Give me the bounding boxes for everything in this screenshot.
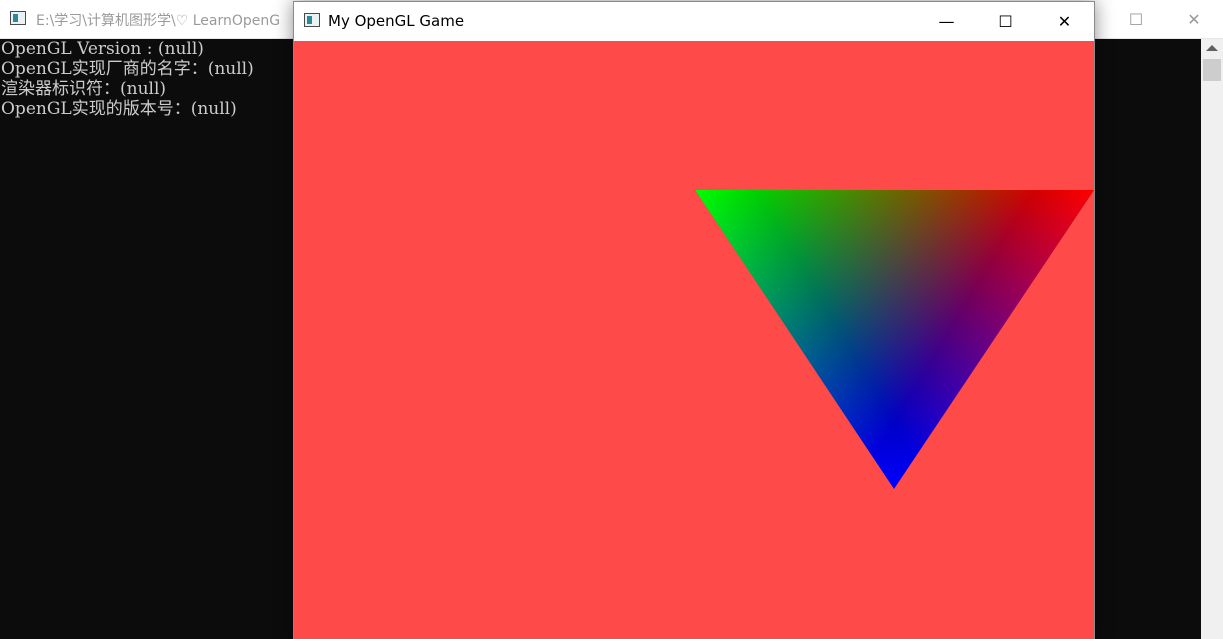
console-line: OpenGL实现厂商的名字：(null) [1,59,254,79]
opengl-titlebar[interactable]: My OpenGL Game — ☐ ✕ [294,2,1094,40]
opengl-window-title: My OpenGL Game [328,12,465,30]
minimize-button[interactable]: — [917,2,976,40]
opengl-render-canvas[interactable] [294,41,1094,639]
console-title: E:\学习\计算机图形学\♡ LearnOpenG [36,13,281,29]
opengl-app-icon [304,13,320,27]
opengl-window: My OpenGL Game — ☐ ✕ [293,1,1095,639]
opengl-window-controls: — ☐ ✕ [917,2,1094,40]
close-button[interactable]: ✕ [1035,2,1094,40]
maximize-button[interactable]: ☐ [976,2,1035,40]
console-maximize-button[interactable]: ☐ [1107,0,1165,38]
console-line: OpenGL Version : (null) [1,39,204,59]
console-line: OpenGL实现的版本号：(null) [1,99,237,119]
scroll-up-arrow-icon[interactable] [1206,45,1218,51]
render-surface [294,41,1094,639]
console-app-icon [10,11,26,25]
scrollbar-thumb[interactable] [1203,59,1221,81]
console-line: 渲染器标识符：(null) [1,79,167,99]
console-close-button[interactable]: ✕ [1165,0,1223,38]
console-scrollbar[interactable] [1201,39,1223,639]
